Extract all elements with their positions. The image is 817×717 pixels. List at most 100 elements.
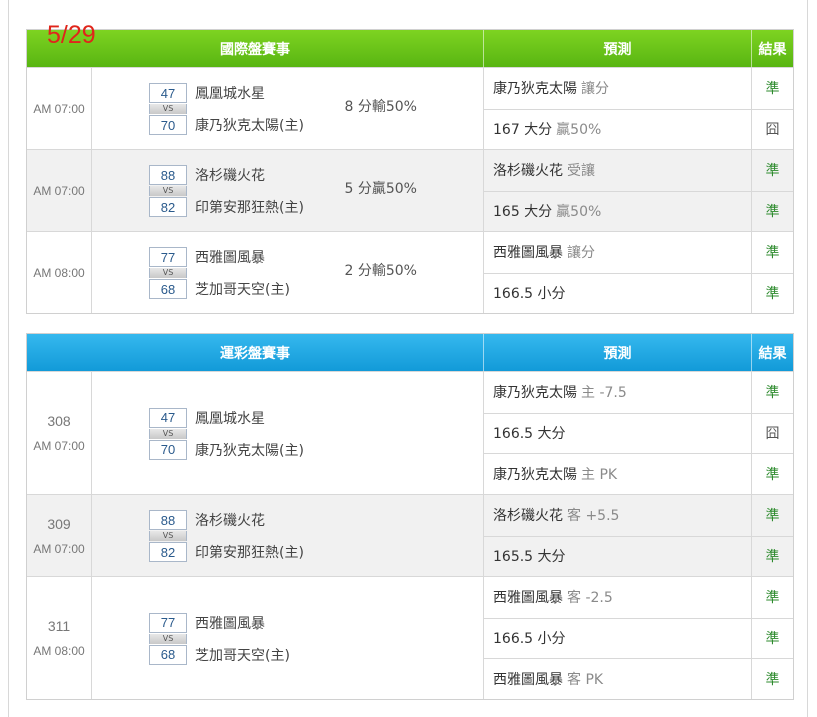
- handicap-odds: 5 分贏50%: [344, 181, 417, 197]
- match-cell: 88 洛杉磯火花 VS 82 印第安那狂熱(主) 5 分贏50%: [92, 150, 484, 231]
- teams-block: 77 西雅圖風暴 VS 68 芝加哥天空(主): [149, 246, 479, 300]
- intl-table: 國際盤賽事 預測 結果 AM 07:00 47 鳳凰城水星 VS 70 康乃狄克太陽(主)…: [26, 29, 794, 314]
- prediction-text: 西雅圖風暴客 PK: [484, 659, 752, 699]
- away-team-row: 77 西雅圖風暴: [149, 612, 479, 634]
- game-number: 308: [47, 413, 71, 429]
- game-time: AM 07:00: [33, 541, 85, 556]
- match-cell: 88 洛杉磯火花 VS 82 印第安那狂熱(主): [92, 495, 484, 576]
- prediction-row: 166.5 小分 準: [484, 272, 793, 313]
- home-team-row: 70 康乃狄克太陽(主): [149, 114, 479, 136]
- away-team-name: 洛杉磯火花: [195, 513, 265, 529]
- home-team-row: 68 芝加哥天空(主): [149, 644, 479, 666]
- vs-label: VS: [149, 531, 187, 541]
- prediction-text: 165 大分 贏50%: [484, 191, 752, 231]
- home-score: 68: [149, 279, 187, 299]
- prediction-text: 166.5 小分: [484, 273, 752, 313]
- game-row: 311 AM 08:00 77 西雅圖風暴 VS 68 芝加哥天空(主) 西雅圖風暴客 -2.…: [27, 576, 793, 699]
- prediction-detail: 讓分: [567, 245, 595, 262]
- away-team-name: 鳳凰城水星: [195, 86, 265, 102]
- header-result: 結果: [758, 41, 787, 58]
- prediction-cell: 康乃狄克太陽 讓分準 167 大分 贏50% 囧: [484, 68, 793, 149]
- prediction-row: 洛杉磯火花客 +5.5 準: [484, 495, 793, 536]
- game-row: AM 07:00 47 鳳凰城水星 VS 70 康乃狄克太陽(主) 8 分輸50% 康乃狄克太…: [27, 67, 793, 149]
- prediction-result: 準: [765, 163, 780, 180]
- game-time: AM 07:00: [33, 183, 85, 198]
- prediction-text: 166.5 小分: [484, 618, 752, 659]
- prediction-row: 西雅圖風暴客 -2.5 準: [484, 577, 793, 618]
- prediction-text: 康乃狄克太陽 讓分: [484, 68, 752, 109]
- prediction-result: 準: [765, 204, 780, 221]
- handicap-odds: 8 分輸50%: [344, 99, 417, 115]
- game-number: 311: [47, 618, 71, 634]
- game-row: AM 08:00 77 西雅圖風暴 VS 68 芝加哥天空(主) 2 分輸50% 西雅圖風暴讓…: [27, 231, 793, 313]
- prediction-text: 西雅圖風暴客 -2.5: [484, 577, 752, 618]
- prediction-pick: 西雅圖風暴: [493, 590, 563, 607]
- prediction-detail: 主 -7.5: [581, 385, 627, 402]
- time-cell: AM 07:00: [27, 150, 92, 231]
- prediction-row: 167 大分 贏50% 囧: [484, 108, 793, 149]
- game-number: 309: [47, 515, 71, 532]
- away-score: 47: [149, 83, 187, 103]
- away-score: 77: [149, 612, 187, 633]
- home-score: 70: [149, 439, 187, 460]
- prediction-cell: 康乃狄克太陽主 -7.5 準 166.5 大分囧康乃狄克太陽主 PK 準: [484, 372, 793, 494]
- header-prediction: 預測: [484, 30, 752, 67]
- home-team-name: 芝加哥天空(主): [195, 282, 290, 298]
- home-score: 70: [149, 115, 187, 135]
- sport-table: 運彩盤賽事 預測 結果 308 AM 07:00 47 鳳凰城水星 VS 70 康乃狄克太陽…: [26, 333, 794, 700]
- prediction-pick: 166.5 小分: [493, 631, 566, 648]
- handicap-odds: 2 分輸50%: [344, 263, 417, 279]
- prediction-text: 165.5 大分: [484, 536, 752, 576]
- vs-label: VS: [149, 186, 187, 196]
- sport-table-header: 運彩盤賽事 預測 結果: [27, 334, 793, 371]
- away-team-name: 洛杉磯火花: [195, 168, 265, 184]
- time-cell: 308 AM 07:00: [27, 372, 92, 494]
- away-score: 88: [149, 510, 187, 530]
- prediction-text: 167 大分 贏50%: [484, 109, 752, 149]
- game-time: AM 08:00: [33, 644, 85, 658]
- prediction-detail: 贏50%: [556, 122, 602, 139]
- away-team-row: 88 洛杉磯火花: [149, 164, 479, 186]
- teams-block: 88 洛杉磯火花 VS 82 印第安那狂熱(主): [149, 164, 479, 218]
- prediction-cell: 西雅圖風暴 讓分準 166.5 小分準: [484, 232, 793, 313]
- away-team-name: 鳳凰城水星: [195, 410, 265, 427]
- prediction-cell: 洛杉磯火花 受讓準 165 大分 贏50% 準: [484, 150, 793, 231]
- prediction-pick: 洛杉磯火花: [493, 163, 563, 180]
- prediction-row: 165.5 大分 準: [484, 535, 793, 576]
- game-time: AM 07:00: [33, 101, 85, 116]
- game-row: 308 AM 07:00 47 鳳凰城水星 VS 70 康乃狄克太陽(主) 康乃狄克太陽主 -…: [27, 371, 793, 494]
- prediction-text: 康乃狄克太陽主 PK: [484, 454, 752, 494]
- prediction-row: 166.5 大分 囧: [484, 412, 793, 454]
- prediction-row: 166.5 小分 準: [484, 617, 793, 659]
- match-cell: 77 西雅圖風暴 VS 68 芝加哥天空(主) 2 分輸50%: [92, 232, 484, 313]
- prediction-pick: 康乃狄克太陽: [493, 467, 577, 484]
- prediction-text: 西雅圖風暴 讓分: [484, 232, 752, 273]
- prediction-text: 166.5 大分: [484, 413, 752, 454]
- teams-block: 47 鳳凰城水星 VS 70 康乃狄克太陽(主): [149, 407, 479, 461]
- away-team-row: 47 鳳凰城水星: [149, 407, 479, 429]
- prediction-result: 準: [765, 508, 780, 525]
- time-cell: 311 AM 08:00: [27, 577, 92, 699]
- home-score: 68: [149, 644, 187, 665]
- prediction-cell: 洛杉磯火花客 +5.5 準 165.5 大分 準: [484, 495, 793, 576]
- header-prediction: 預測: [484, 334, 752, 371]
- away-score: 77: [149, 247, 187, 267]
- prediction-pick: 165 大分: [493, 204, 553, 221]
- prediction-text: 康乃狄克太陽主 -7.5: [484, 372, 752, 413]
- home-team-name: 康乃狄克太陽(主): [195, 442, 304, 459]
- prediction-result: 準: [765, 286, 780, 303]
- date-label: 5/29: [47, 21, 96, 49]
- home-team-name: 印第安那狂熱(主): [195, 200, 304, 216]
- prediction-row: 165 大分 贏50% 準: [484, 190, 793, 231]
- prediction-row: 洛杉磯火花 受讓準: [484, 150, 793, 191]
- home-score: 82: [149, 542, 187, 562]
- match-cell: 47 鳳凰城水星 VS 70 康乃狄克太陽(主) 8 分輸50%: [92, 68, 484, 149]
- match-cell: 77 西雅圖風暴 VS 68 芝加哥天空(主): [92, 577, 484, 699]
- prediction-row: 康乃狄克太陽 讓分準: [484, 68, 793, 109]
- game-time: AM 07:00: [33, 439, 85, 453]
- home-team-name: 康乃狄克太陽(主): [195, 118, 304, 134]
- prediction-result: 準: [765, 549, 780, 566]
- prediction-row: 西雅圖風暴 讓分準: [484, 232, 793, 273]
- prediction-result: 準: [765, 385, 780, 402]
- game-time: AM 08:00: [33, 265, 85, 280]
